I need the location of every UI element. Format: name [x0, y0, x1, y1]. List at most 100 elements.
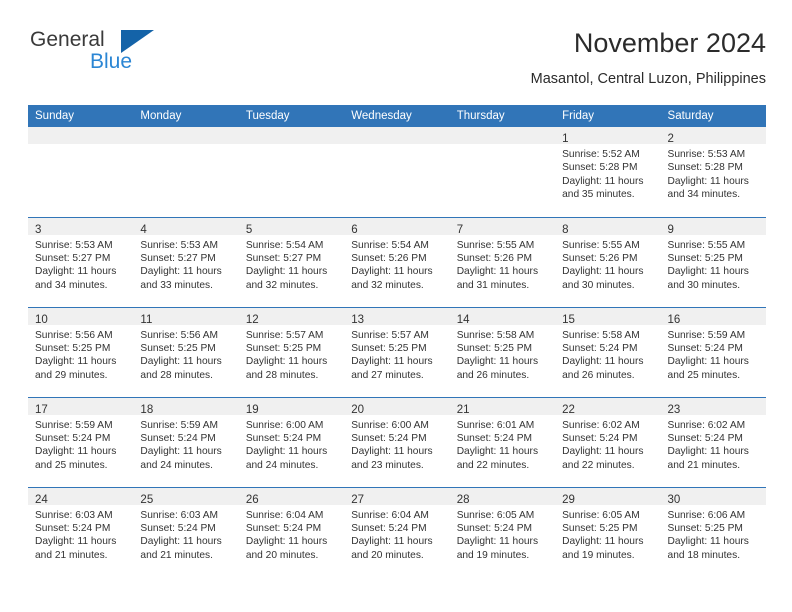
- day-cell-body: Sunrise: 5:55 AM Sunset: 5:26 PM Dayligh…: [555, 235, 660, 293]
- daylight-line-1: Daylight: 11 hours: [35, 536, 117, 548]
- sunrise-line: Sunrise: 5:55 AM: [456, 239, 535, 251]
- day-cell[interactable]: 19 Sunrise: 6:00 AM Sunset: 5:24 PM Dayl…: [238, 397, 345, 488]
- weekday-header-saturday: Saturday: [660, 105, 766, 127]
- sunrise-line: Sunrise: 6:02 AM: [562, 419, 640, 431]
- day-cell-body: Sunrise: 6:05 AM Sunset: 5:24 PM Dayligh…: [450, 505, 555, 563]
- sunset-line: Sunset: 5:24 PM: [351, 432, 427, 444]
- day-number-band: 1: [555, 127, 661, 145]
- day-cell-body: Sunrise: 5:55 AM Sunset: 5:26 PM Dayligh…: [450, 235, 555, 293]
- day-cell[interactable]: 26 Sunrise: 6:04 AM Sunset: 5:24 PM Dayl…: [238, 487, 345, 577]
- day-number: 16: [667, 313, 681, 326]
- day-cell[interactable]: [344, 127, 450, 218]
- daylight-line-1: Daylight: 11 hours: [245, 446, 328, 458]
- day-cell-body: Sunrise: 6:02 AM Sunset: 5:24 PM Dayligh…: [661, 415, 766, 473]
- daylight-line-1: Daylight: 11 hours: [562, 446, 644, 458]
- sunrise-line: Sunrise: 6:05 AM: [562, 509, 640, 521]
- day-cell[interactable]: [28, 127, 134, 218]
- day-number-band: 30: [660, 487, 766, 506]
- day-cell[interactable]: 7 Sunrise: 5:55 AM Sunset: 5:26 PM Dayli…: [449, 217, 556, 308]
- calendar-body: 1 Sunrise: 5:52 AM Sunset: 5:28 PM Dayli…: [28, 127, 766, 577]
- sunrise-line: Sunrise: 5:59 AM: [140, 419, 219, 431]
- day-cell[interactable]: [133, 127, 239, 218]
- generalblue-logo[interactable]: General Blue: [28, 26, 188, 86]
- day-cell[interactable]: [449, 127, 556, 218]
- day-number: 9: [667, 223, 674, 236]
- sunrise-line: Sunrise: 6:06 AM: [667, 509, 746, 521]
- day-cell[interactable]: 17 Sunrise: 5:59 AM Sunset: 5:24 PM Dayl…: [28, 397, 134, 488]
- day-cell-body: [28, 144, 133, 148]
- day-cell[interactable]: 4 Sunrise: 5:53 AM Sunset: 5:27 PM Dayli…: [133, 217, 239, 308]
- day-cell[interactable]: 27 Sunrise: 6:04 AM Sunset: 5:24 PM Dayl…: [344, 487, 450, 577]
- day-cell[interactable]: 6 Sunrise: 5:54 AM Sunset: 5:26 PM Dayli…: [344, 217, 450, 308]
- day-cell[interactable]: [238, 127, 345, 218]
- day-cell[interactable]: 15 Sunrise: 5:58 AM Sunset: 5:24 PM Dayl…: [555, 307, 661, 398]
- daylight-line-2: and 32 minutes.: [351, 279, 424, 291]
- sunrise-line: Sunrise: 5:58 AM: [562, 329, 640, 341]
- daylight-line-1: Daylight: 11 hours: [562, 356, 644, 368]
- day-cell[interactable]: 10 Sunrise: 5:56 AM Sunset: 5:25 PM Dayl…: [28, 307, 134, 398]
- sunset-line: Sunset: 5:24 PM: [140, 432, 216, 444]
- sunrise-line: Sunrise: 5:53 AM: [35, 239, 113, 251]
- day-number-band: 14: [449, 307, 556, 326]
- day-cell[interactable]: 1 Sunrise: 5:52 AM Sunset: 5:28 PM Dayli…: [555, 127, 661, 218]
- day-cell-body: Sunrise: 6:06 AM Sunset: 5:25 PM Dayligh…: [661, 505, 766, 563]
- day-cell[interactable]: 21 Sunrise: 6:01 AM Sunset: 5:24 PM Dayl…: [449, 397, 556, 488]
- day-cell[interactable]: 11 Sunrise: 5:56 AM Sunset: 5:25 PM Dayl…: [133, 307, 239, 398]
- sunset-line: Sunset: 5:24 PM: [562, 432, 638, 444]
- sunset-line: Sunset: 5:25 PM: [140, 342, 216, 354]
- day-cell-body: Sunrise: 6:04 AM Sunset: 5:24 PM Dayligh…: [239, 505, 344, 563]
- sunrise-line: Sunrise: 5:54 AM: [245, 239, 324, 251]
- sunrise-line: Sunrise: 6:00 AM: [351, 419, 429, 431]
- day-cell[interactable]: 24 Sunrise: 6:03 AM Sunset: 5:24 PM Dayl…: [28, 487, 134, 577]
- sunset-line: Sunset: 5:27 PM: [140, 252, 216, 264]
- day-number-band: 22: [555, 397, 661, 416]
- daylight-line-2: and 21 minutes.: [35, 549, 108, 561]
- day-cell-body: Sunrise: 6:05 AM Sunset: 5:25 PM Dayligh…: [555, 505, 660, 563]
- day-number-band: 21: [449, 397, 556, 416]
- weekday-header-tuesday: Tuesday: [238, 105, 345, 127]
- day-number-band: 17: [28, 397, 134, 416]
- daylight-line-2: and 32 minutes.: [245, 279, 319, 291]
- sunset-line: Sunset: 5:27 PM: [35, 252, 111, 264]
- day-cell[interactable]: 20 Sunrise: 6:00 AM Sunset: 5:24 PM Dayl…: [344, 397, 450, 488]
- day-cell-body: Sunrise: 6:03 AM Sunset: 5:24 PM Dayligh…: [133, 505, 238, 563]
- daylight-line-1: Daylight: 11 hours: [351, 266, 433, 278]
- sunset-line: Sunset: 5:25 PM: [35, 342, 111, 354]
- daylight-line-1: Daylight: 11 hours: [140, 266, 222, 278]
- day-cell[interactable]: 3 Sunrise: 5:53 AM Sunset: 5:27 PM Dayli…: [28, 217, 134, 308]
- daylight-line-2: and 30 minutes.: [667, 279, 741, 291]
- day-cell[interactable]: 8 Sunrise: 5:55 AM Sunset: 5:26 PM Dayli…: [555, 217, 661, 308]
- daylight-line-1: Daylight: 11 hours: [667, 266, 749, 278]
- day-cell[interactable]: 28 Sunrise: 6:05 AM Sunset: 5:24 PM Dayl…: [449, 487, 556, 577]
- day-cell[interactable]: 2 Sunrise: 5:53 AM Sunset: 5:28 PM Dayli…: [660, 127, 766, 218]
- day-cell[interactable]: 18 Sunrise: 5:59 AM Sunset: 5:24 PM Dayl…: [133, 397, 239, 488]
- day-cell[interactable]: 22 Sunrise: 6:02 AM Sunset: 5:24 PM Dayl…: [555, 397, 661, 488]
- sunset-line: Sunset: 5:25 PM: [667, 522, 743, 534]
- day-number: 1: [562, 133, 569, 145]
- day-number: 25: [140, 493, 154, 506]
- day-cell[interactable]: 25 Sunrise: 6:03 AM Sunset: 5:24 PM Dayl…: [133, 487, 239, 577]
- day-cell[interactable]: 29 Sunrise: 6:05 AM Sunset: 5:25 PM Dayl…: [555, 487, 661, 577]
- day-number-band: [133, 127, 239, 144]
- day-cell[interactable]: 16 Sunrise: 5:59 AM Sunset: 5:24 PM Dayl…: [660, 307, 766, 398]
- day-number: 11: [140, 313, 153, 326]
- day-cell[interactable]: 12 Sunrise: 5:57 AM Sunset: 5:25 PM Dayl…: [238, 307, 345, 398]
- day-cell[interactable]: 9 Sunrise: 5:55 AM Sunset: 5:25 PM Dayli…: [660, 217, 766, 308]
- sunrise-line: Sunrise: 5:56 AM: [35, 329, 113, 341]
- sunset-line: Sunset: 5:25 PM: [351, 342, 427, 354]
- day-number-band: 13: [344, 307, 450, 326]
- day-number-band: 7: [449, 217, 556, 236]
- day-cell[interactable]: 13 Sunrise: 5:57 AM Sunset: 5:25 PM Dayl…: [344, 307, 450, 398]
- day-cell[interactable]: 14 Sunrise: 5:58 AM Sunset: 5:25 PM Dayl…: [449, 307, 556, 398]
- day-number: 7: [456, 223, 464, 236]
- day-cell[interactable]: 5 Sunrise: 5:54 AM Sunset: 5:27 PM Dayli…: [238, 217, 345, 308]
- day-cell[interactable]: 23 Sunrise: 6:02 AM Sunset: 5:24 PM Dayl…: [660, 397, 766, 488]
- daylight-line-2: and 30 minutes.: [562, 279, 635, 291]
- day-cell[interactable]: 30 Sunrise: 6:06 AM Sunset: 5:25 PM Dayl…: [660, 487, 766, 577]
- daylight-line-1: Daylight: 11 hours: [562, 266, 644, 278]
- day-number-band: 15: [555, 307, 661, 326]
- day-number-band: 4: [133, 217, 239, 236]
- daylight-line-1: Daylight: 11 hours: [667, 446, 749, 458]
- day-number: 10: [35, 313, 48, 326]
- sunset-line: Sunset: 5:24 PM: [562, 342, 638, 354]
